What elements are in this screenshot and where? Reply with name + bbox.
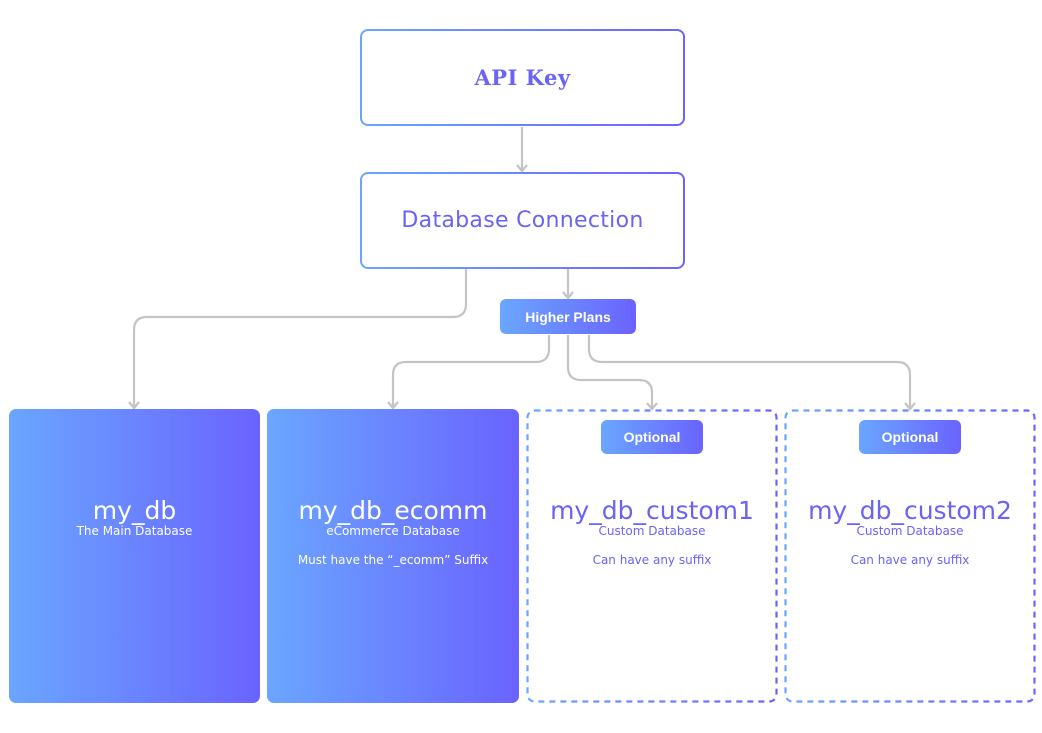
- edge-higherplans-to-custom1: [566, 335, 654, 408]
- database-subtitle: The Main Database: [76, 524, 193, 538]
- database-card-my-db: my_db The Main Database: [9, 409, 260, 703]
- higher-plans-badge: Higher Plans: [500, 299, 636, 334]
- edge-higherplans-to-ecomm: [391, 335, 551, 407]
- database-subtitle: Custom Database: [856, 524, 964, 538]
- database-name: my_db: [92, 496, 177, 525]
- edge-higherplans-to-custom2: [587, 335, 912, 408]
- database-name: my_db_custom2: [808, 496, 1012, 525]
- database-connection-label: Database Connection: [401, 208, 644, 233]
- optional-badge-label: Optional: [623, 429, 681, 445]
- api-key-label: API Key: [474, 65, 571, 90]
- database-name: my_db_ecomm: [298, 496, 488, 525]
- higher-plans-label: Higher Plans: [525, 308, 611, 325]
- database-note: Must have the “_ecomm” Suffix: [297, 553, 489, 567]
- database-note: Can have any suffix: [592, 553, 712, 567]
- edge-dbconn-to-mydb: [132, 269, 468, 407]
- optional-badge-label: Optional: [881, 429, 939, 445]
- database-subtitle: eCommerce Database: [326, 524, 460, 538]
- database-note: Can have any suffix: [850, 553, 970, 567]
- database-subtitle: Custom Database: [598, 524, 706, 538]
- database-connection-node: Database Connection: [360, 172, 685, 269]
- api-key-node: API Key: [360, 29, 685, 126]
- optional-badge: Optional: [859, 420, 961, 454]
- database-card-my-db-ecomm: my_db_ecomm eCommerce Database Must have…: [267, 409, 519, 703]
- optional-badge: Optional: [601, 420, 703, 454]
- database-name: my_db_custom1: [550, 496, 754, 525]
